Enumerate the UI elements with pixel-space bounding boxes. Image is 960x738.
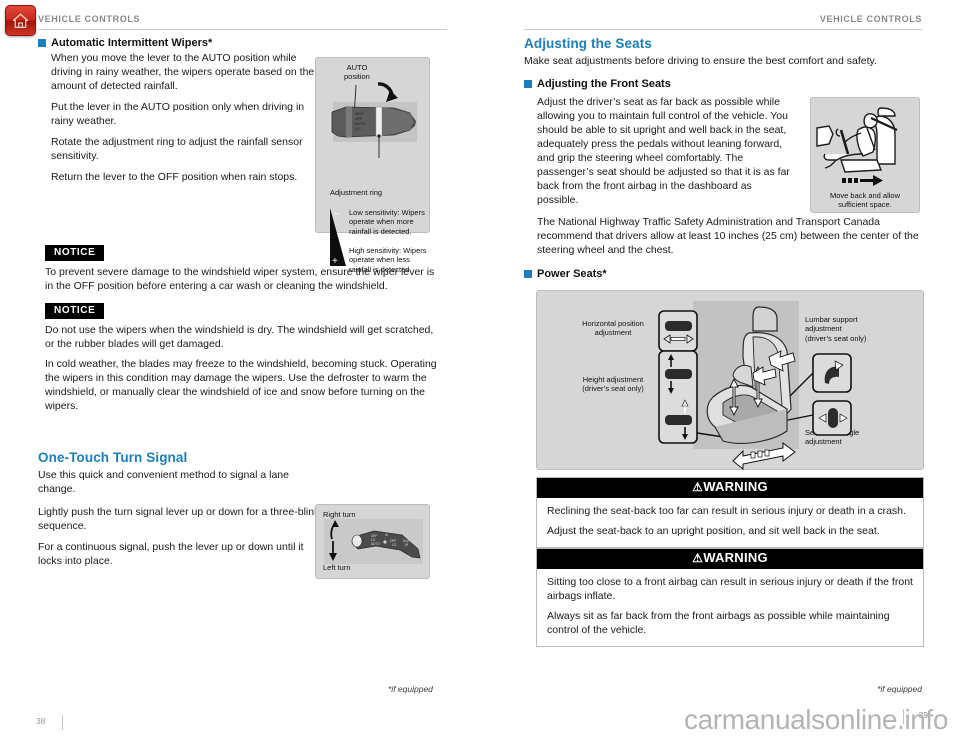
warning-header: ⚠WARNING: [537, 549, 923, 569]
svg-text:LO: LO: [392, 543, 397, 547]
page-number-divider-left: [62, 715, 63, 730]
page-number-divider-right: [903, 709, 904, 724]
footnote-left: *if equipped: [388, 684, 433, 694]
heading-automatic-wipers: Automatic Intermittent Wipers*: [38, 37, 318, 49]
warning-box-2: ⚠WARNING Sitting too close to a front ai…: [536, 548, 924, 647]
paragraph: Reclining the seat-back too far can resu…: [547, 504, 906, 517]
warning-box-1: ⚠WARNING Reclining the seat-back too far…: [536, 477, 924, 548]
warning-triangle-icon: ⚠: [692, 480, 704, 494]
paragraph: Return the lever to the OFF position whe…: [51, 170, 298, 183]
page-header-right: VEHICLE CONTROLS: [819, 14, 922, 24]
warning-body: Sitting too close to a front airbag can …: [537, 569, 923, 646]
footnote-right: *if equipped: [877, 684, 922, 694]
heading-one-touch-turn-signal: One-Touch Turn Signal: [38, 450, 188, 465]
paragraph: The National Highway Traffic Safety Admi…: [537, 216, 919, 256]
svg-text:AUTO: AUTO: [355, 122, 365, 126]
figure-label-adjustment-ring: Adjustment ring: [330, 188, 383, 197]
notice-tag: NOTICE: [45, 303, 105, 319]
svg-text:HI: HI: [405, 543, 408, 547]
warning-body: Reclining the seat-back too far can resu…: [537, 498, 923, 547]
blue-square-bullet-icon: [524, 270, 532, 278]
paragraph-lead: Use this quick and convenient method to …: [38, 469, 289, 495]
front-seats-paragraph-wrap: Adjust the driver’s seat as far back as …: [537, 96, 794, 215]
notice-tag: NOTICE: [45, 245, 105, 261]
paragraph: Lightly push the turn signal lever up or…: [38, 505, 320, 532]
paragraph: To prevent severe damage to the windshie…: [45, 266, 435, 292]
figure-turn-signal-lever: Right turn Left turn OFF HI LO AUTO OFF Dr…: [315, 504, 430, 579]
section-automatic-wipers: Automatic Intermittent Wipers* When you …: [38, 37, 318, 192]
figure-driver-seat-position: Move back and allow sufficient space.: [810, 97, 920, 213]
paragraph: Adjust the driver’s seat as far back as …: [537, 96, 790, 206]
figure-caption-driver-seat: Move back and allow sufficient space.: [829, 191, 901, 210]
paragraph: Sitting too close to a front airbag can …: [547, 575, 913, 602]
paragraph-lead: Make seat adjustments before driving to …: [524, 55, 877, 67]
paragraph: When you move the lever to the AUTO posi…: [51, 52, 315, 92]
turn-signal-illustration: OFF HI LO AUTO OFF Drip LO HI: [324, 519, 423, 564]
paragraph: Do not use the wipers when the windshiel…: [45, 324, 434, 350]
nhtsa-paragraph-wrap: The National Highway Traffic Safety Admi…: [537, 216, 924, 265]
figure-wiper-lever: AUTO position MIST OFF AUTO LO Adjustmen…: [315, 57, 430, 274]
notice-body: To prevent severe damage to the windshie…: [45, 266, 440, 294]
heading-adjusting-the-seats: Adjusting the Seats: [524, 36, 652, 51]
notice-body: Do not use the wipers when the windshiel…: [45, 324, 440, 414]
paragraph: In cold weather, the blades may freeze t…: [45, 357, 437, 412]
figure-power-seat-controls: Horizontal position adjustment Height ad…: [536, 290, 924, 471]
heading-adjusting-the-front-seats: Adjusting the Front Seats: [524, 78, 924, 90]
left-page: VEHICLE CONTROLS Automatic Intermittent …: [0, 0, 480, 738]
page-number-left: 38: [36, 716, 46, 726]
svg-text:–: –: [334, 208, 339, 218]
section-one-touch-turn-signal: One-Touch Turn Signal Use this quick and…: [38, 450, 323, 576]
section-power-seats: Power Seats*: [524, 268, 924, 283]
driver-seat-illustration: [816, 107, 898, 186]
svg-text:OFF: OFF: [355, 117, 363, 121]
paragraph: Rotate the adjustment ring to adjust the…: [51, 135, 303, 162]
paragraph: Put the lever in the AUTO position only …: [51, 100, 305, 127]
heading-power-seats: Power Seats*: [524, 268, 924, 280]
svg-text:LO: LO: [355, 127, 360, 131]
figure-label-low-sensitivity: Low sensitivity: Wipers operate when mor…: [349, 208, 425, 236]
paragraph: Always sit as far back from the front ai…: [547, 609, 890, 636]
header-rule-right: [524, 29, 922, 30]
paragraph: For a continuous signal, push the lever …: [38, 540, 304, 567]
power-seat-illustration: [658, 301, 852, 471]
paragraph: Adjust the seat-back to an upright posit…: [547, 524, 880, 537]
page-number-right: 39: [918, 710, 928, 720]
page-header-left: VEHICLE CONTROLS: [38, 14, 141, 24]
svg-text:MIST: MIST: [355, 112, 364, 116]
wipers-body: When you move the lever to the AUTO posi…: [38, 52, 318, 185]
header-rule-left: [38, 29, 447, 30]
blue-square-bullet-icon: [524, 79, 532, 88]
section-adjusting-the-seats: Adjusting the Seats Make seat adjustment…: [524, 36, 924, 93]
warning-triangle-icon: ⚠: [692, 551, 704, 565]
figure-label-auto-position: AUTO position: [344, 63, 370, 82]
notice-block-2: NOTICE Do not use the wipers when the wi…: [45, 300, 440, 420]
notice-block-1: NOTICE To prevent severe damage to the w…: [45, 242, 440, 300]
right-page: VEHICLE CONTROLS Adjusting the Seats Mak…: [480, 0, 960, 738]
warning-header: ⚠WARNING: [537, 478, 923, 498]
svg-text:AUTO: AUTO: [371, 542, 380, 546]
blue-square-bullet-icon: [38, 39, 46, 47]
svg-text:HI: HI: [385, 533, 388, 537]
wiper-lever-illustration: MIST OFF AUTO LO: [331, 82, 417, 158]
